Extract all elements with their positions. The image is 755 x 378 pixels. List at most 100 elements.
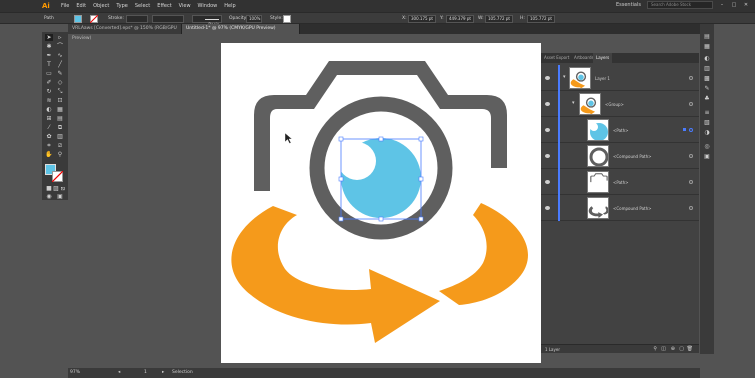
none-mode-icon[interactable]: ⧅ xyxy=(59,185,67,192)
gradient-tool-icon[interactable]: ▤ xyxy=(56,115,64,122)
maximize-button[interactable]: □ xyxy=(731,2,737,8)
curvature-tool-icon[interactable]: ∿ xyxy=(56,52,64,59)
direct-selection-tool-icon[interactable]: ▹ xyxy=(56,34,64,41)
color-icon[interactable]: ◐ xyxy=(703,56,711,62)
selection-tool-icon[interactable]: ➤ xyxy=(45,34,53,41)
draw-mode-icon[interactable]: ◉ xyxy=(45,193,53,200)
w-field[interactable]: 105.772 pt xyxy=(485,15,513,23)
close-window-button[interactable]: ✕ xyxy=(743,2,749,8)
visibility-eye-icon[interactable] xyxy=(545,102,550,106)
tab-vrlaws[interactable]: VRLAaws [Converted].eps* @ 150% (RGB/GPU… xyxy=(68,24,182,41)
h-field[interactable]: 105.772 pt xyxy=(527,15,555,23)
target-circle-icon[interactable] xyxy=(689,206,693,210)
magic-wand-icon[interactable]: ✱ xyxy=(45,43,53,50)
target-circle-icon[interactable] xyxy=(689,102,693,106)
zoom-tool-icon[interactable]: ⚲ xyxy=(56,151,64,158)
artboard-tool-icon[interactable]: ⌗ xyxy=(45,142,53,149)
free-transform-icon[interactable]: ⊡ xyxy=(56,97,64,104)
shape-builder-icon[interactable]: ◐ xyxy=(45,106,53,113)
stroke-weight-field[interactable] xyxy=(126,15,148,23)
paintbrush-icon[interactable]: ✎ xyxy=(56,70,64,77)
artboard[interactable] xyxy=(221,43,541,363)
target-circle-icon[interactable] xyxy=(689,128,693,132)
expand-arrow-icon[interactable]: ▾ xyxy=(563,74,566,80)
variable-width-field[interactable] xyxy=(152,15,184,23)
line-tool-icon[interactable]: ╱ xyxy=(56,61,64,68)
target-circle-icon[interactable] xyxy=(689,180,693,184)
artboard-number[interactable]: 1 xyxy=(144,368,147,378)
eyedropper-icon[interactable]: ⁄ xyxy=(45,124,53,131)
gradient-icon[interactable]: ▧ xyxy=(703,120,711,126)
target-circle-icon[interactable] xyxy=(689,76,693,80)
zoom-level[interactable]: 97% xyxy=(70,368,80,378)
libraries-icon[interactable]: ▦ xyxy=(703,44,711,50)
graph-tool-icon[interactable]: ▥ xyxy=(56,133,64,140)
tab-asset-export[interactable]: Asset Export xyxy=(541,53,572,63)
menu-window[interactable]: Window xyxy=(198,3,218,9)
perspective-grid-icon[interactable]: ▦ xyxy=(56,106,64,113)
layer-row[interactable]: <Compound Path> xyxy=(541,195,699,221)
menu-help[interactable]: Help xyxy=(224,3,235,9)
stroke-color-box[interactable] xyxy=(52,171,63,182)
blend-tool-icon[interactable]: ⧉ xyxy=(56,124,64,131)
next-artboard-icon[interactable]: ▸ xyxy=(162,368,164,378)
visibility-eye-icon[interactable] xyxy=(545,180,550,184)
type-tool-icon[interactable]: T xyxy=(45,61,53,68)
visibility-eye-icon[interactable] xyxy=(545,206,550,210)
stroke-swatch[interactable] xyxy=(90,15,98,23)
target-circle-icon[interactable] xyxy=(689,154,693,158)
pen-tool-icon[interactable]: ✒ xyxy=(45,52,53,59)
layer-row[interactable]: <Compound Path> xyxy=(541,143,699,169)
workspace-switcher[interactable]: Essentials xyxy=(616,2,641,8)
brush-field[interactable]: Basic xyxy=(192,15,222,27)
locate-object-icon[interactable]: ⚲ xyxy=(653,345,657,354)
width-tool-icon[interactable]: ≋ xyxy=(45,97,53,104)
hand-tool-icon[interactable]: ✋ xyxy=(45,151,53,158)
layer-row[interactable]: ▾ <Group> xyxy=(541,91,699,117)
visibility-eye-icon[interactable] xyxy=(545,154,550,158)
menu-view[interactable]: View xyxy=(179,3,191,9)
visibility-eye-icon[interactable] xyxy=(545,76,550,80)
menu-effect[interactable]: Effect xyxy=(157,3,171,9)
stock-search-input[interactable]: Search Adobe Stock xyxy=(647,1,713,9)
menu-file[interactable]: File xyxy=(61,3,69,9)
symbols-icon[interactable]: ♣ xyxy=(703,96,711,102)
graphic-styles-icon[interactable]: ▣ xyxy=(703,154,711,160)
prev-artboard-icon[interactable]: ◂ xyxy=(118,368,120,378)
x-field[interactable]: 300.175 pt xyxy=(408,15,436,23)
properties-icon[interactable]: ▤ xyxy=(703,34,711,40)
appearance-icon[interactable]: ◎ xyxy=(703,144,711,150)
clipping-mask-icon[interactable]: ◫ xyxy=(661,345,666,354)
layer-row[interactable]: <Path> xyxy=(541,169,699,195)
symbol-sprayer-icon[interactable]: ✿ xyxy=(45,133,53,140)
mesh-tool-icon[interactable]: ⊞ xyxy=(45,115,53,122)
transparency-icon[interactable]: ◑ xyxy=(703,130,711,136)
tab-layers[interactable]: Layers xyxy=(593,53,613,63)
swatches-icon[interactable]: ▩ xyxy=(703,76,711,82)
layer-row[interactable]: ▾ Layer 1 xyxy=(541,65,699,91)
y-field[interactable]: 449.379 pt xyxy=(446,15,474,23)
tab-untitled-1[interactable]: Untitled-1* @ 97% (CMYK/GPU Preview) xyxy=(182,24,300,34)
new-sublayer-icon[interactable]: ⊕ xyxy=(671,345,675,354)
eraser-icon[interactable]: ◇ xyxy=(56,79,64,86)
screen-mode-icon[interactable]: ▣ xyxy=(56,193,64,200)
shaper-tool-icon[interactable]: ✐ xyxy=(45,79,53,86)
fill-swatch[interactable] xyxy=(74,15,82,23)
new-layer-icon[interactable]: ▢ xyxy=(679,345,684,354)
rotate-tool-icon[interactable]: ↻ xyxy=(45,88,53,95)
visibility-eye-icon[interactable] xyxy=(545,128,550,132)
opacity-field[interactable]: 100% xyxy=(246,15,262,23)
menu-select[interactable]: Select xyxy=(135,3,150,9)
rectangle-tool-icon[interactable]: ▭ xyxy=(45,70,53,77)
color-guide-icon[interactable]: ▥ xyxy=(703,66,711,72)
minimize-button[interactable]: – xyxy=(719,2,725,8)
brushes-icon[interactable]: ✎ xyxy=(703,86,711,92)
menu-edit[interactable]: Edit xyxy=(76,3,86,9)
menu-type[interactable]: Type xyxy=(116,3,127,9)
layer-row[interactable]: <Path> xyxy=(541,117,699,143)
delete-layer-icon[interactable]: 🗑 xyxy=(687,345,693,354)
graphic-style-swatch[interactable] xyxy=(283,15,291,23)
menu-object[interactable]: Object xyxy=(93,3,109,9)
lasso-icon[interactable]: ⌒ xyxy=(56,43,64,50)
scale-tool-icon[interactable]: ⤡ xyxy=(56,88,64,95)
